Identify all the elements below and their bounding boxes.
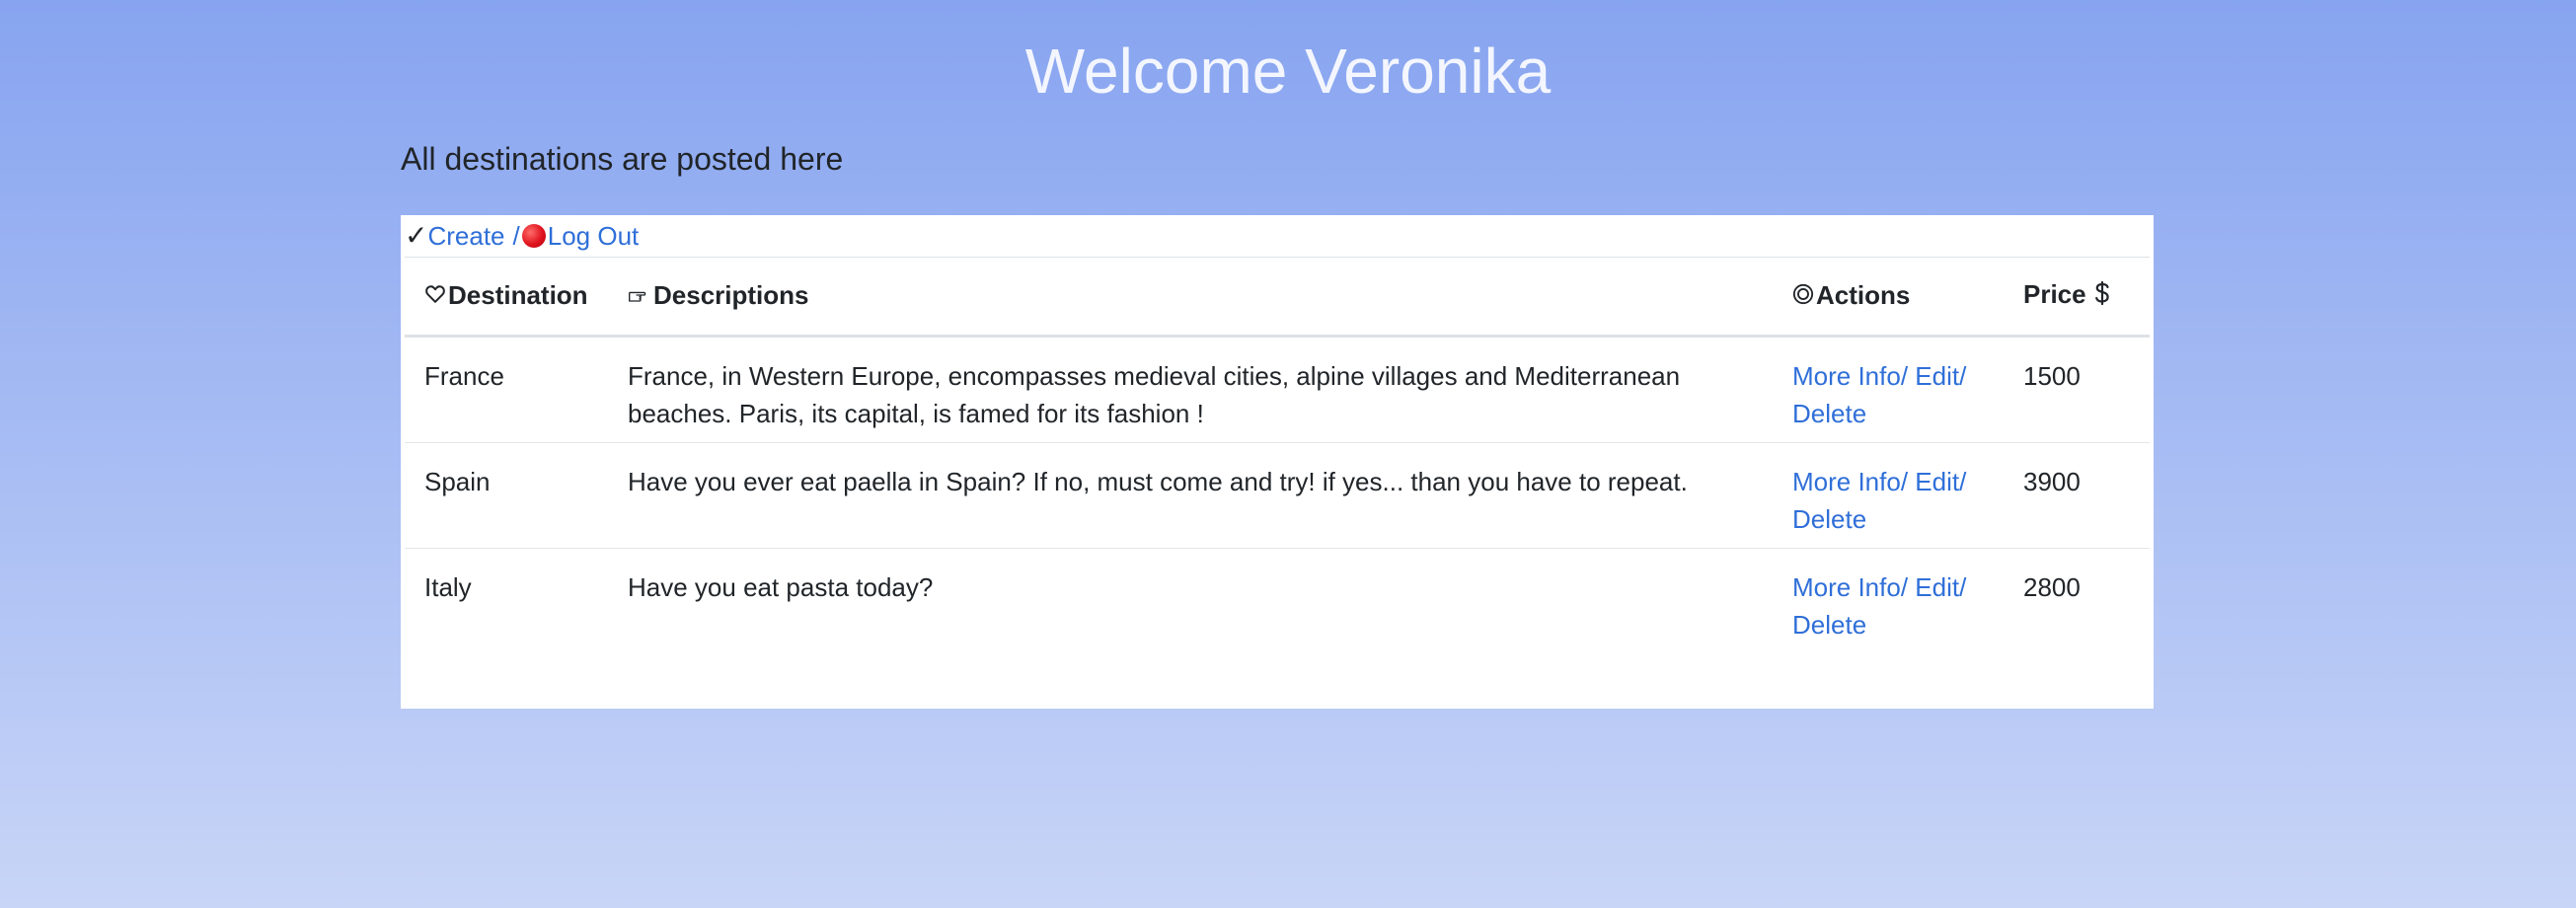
cell-actions: More Info/ Edit/ Delete: [1773, 336, 2004, 443]
page-title: Welcome Veronika: [1024, 36, 1552, 107]
column-header-actions: Actions: [1773, 257, 2004, 338]
delete-link[interactable]: Delete: [1792, 399, 1866, 428]
more-info-link[interactable]: More Info/: [1792, 572, 1908, 602]
table-row: Italy Have you eat pasta today? More Inf…: [405, 549, 2150, 654]
toolbar: ✓ Create / Log Out: [401, 215, 2154, 257]
edit-link[interactable]: Edit/: [1915, 572, 1966, 602]
cell-price: 3900: [2004, 442, 2150, 549]
more-info-link[interactable]: More Info/: [1792, 361, 1908, 391]
cell-destination: Italy: [424, 572, 472, 602]
table-row: France France, in Western Europe, encomp…: [405, 336, 2150, 443]
column-label-destination: Destination: [448, 279, 588, 310]
pointing-hand-icon: [628, 281, 651, 312]
cell-destination: France: [405, 336, 608, 443]
create-link[interactable]: Create: [427, 213, 504, 259]
dollar-icon: [2093, 280, 2111, 313]
page-subtitle: All destinations are posted here: [401, 141, 844, 177]
cell-description: France, in Western Europe, encompasses m…: [608, 336, 1773, 443]
table-body: France France, in Western Europe, encomp…: [405, 336, 2150, 654]
cell-actions: More Info/ Edit/ Delete: [1773, 442, 2004, 549]
cell-price: 2800: [2023, 572, 2081, 602]
column-header-descriptions: Descriptions: [608, 257, 1773, 338]
column-label-descriptions: Descriptions: [653, 279, 809, 310]
red-circle-icon: [521, 224, 546, 248]
more-info-link[interactable]: More Info/: [1792, 467, 1908, 496]
column-label-price: Price: [2023, 279, 2086, 310]
delete-link[interactable]: Delete: [1792, 610, 1866, 640]
destinations-panel: ✓ Create / Log Out Destination Descripti…: [401, 215, 2154, 709]
edit-link[interactable]: Edit/: [1915, 467, 1966, 496]
cell-actions: More Info/ Edit/ Delete: [1773, 549, 2004, 654]
heart-outline-icon: [424, 281, 446, 312]
table-header: Destination Descriptions Actions Price: [405, 257, 2150, 338]
column-header-destination: Destination: [405, 257, 608, 338]
cell-price: 1500: [2004, 336, 2150, 443]
delete-link[interactable]: Delete: [1792, 504, 1866, 534]
column-label-actions: Actions: [1816, 279, 1911, 310]
cell-description: Have you eat pasta today?: [628, 572, 934, 602]
check-icon: ✓: [405, 220, 428, 251]
cell-destination: Spain: [405, 442, 608, 549]
logout-link[interactable]: Log Out: [548, 213, 640, 259]
table-header-row: Destination Descriptions Actions Price: [405, 257, 2150, 338]
edit-link[interactable]: Edit/: [1915, 361, 1966, 391]
destinations-table: Destination Descriptions Actions Price F…: [405, 257, 2150, 653]
target-icon: [1792, 281, 1814, 312]
cell-description: Have you ever eat paella in Spain? If no…: [608, 442, 1773, 549]
column-header-price: Price: [2004, 257, 2150, 338]
toolbar-separator: /: [512, 221, 520, 251]
table-row: Spain Have you ever eat paella in Spain?…: [405, 442, 2150, 549]
